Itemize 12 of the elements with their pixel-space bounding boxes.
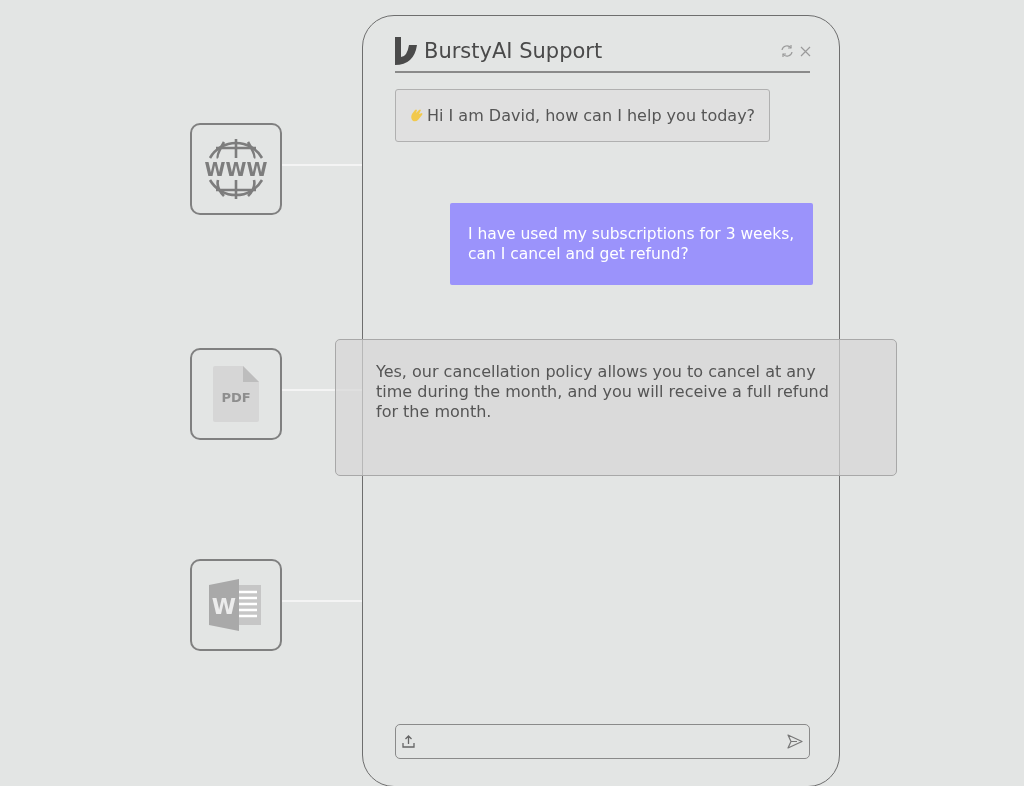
send-icon[interactable] — [787, 734, 803, 749]
logo-icon — [395, 37, 417, 65]
message-text: Hi I am David, how can I help you today? — [427, 105, 756, 125]
user-message: I have used my subscriptions for 3 weeks, can I cancel and get refund? — [450, 202, 813, 285]
chat-title: BurstyAI Support — [424, 39, 603, 63]
pdf-file-icon: PDF — [213, 366, 259, 422]
reply-message: Yes, our cancellation policy allows you to cancel at any time during the month, and you will receive a full refund for the month. — [335, 339, 897, 476]
message-input[interactable] — [395, 724, 810, 759]
close-icon[interactable] — [800, 45, 811, 57]
waving-hand-icon — [410, 108, 423, 122]
refresh-icon[interactable] — [780, 44, 794, 58]
upload-icon[interactable] — [402, 735, 415, 748]
